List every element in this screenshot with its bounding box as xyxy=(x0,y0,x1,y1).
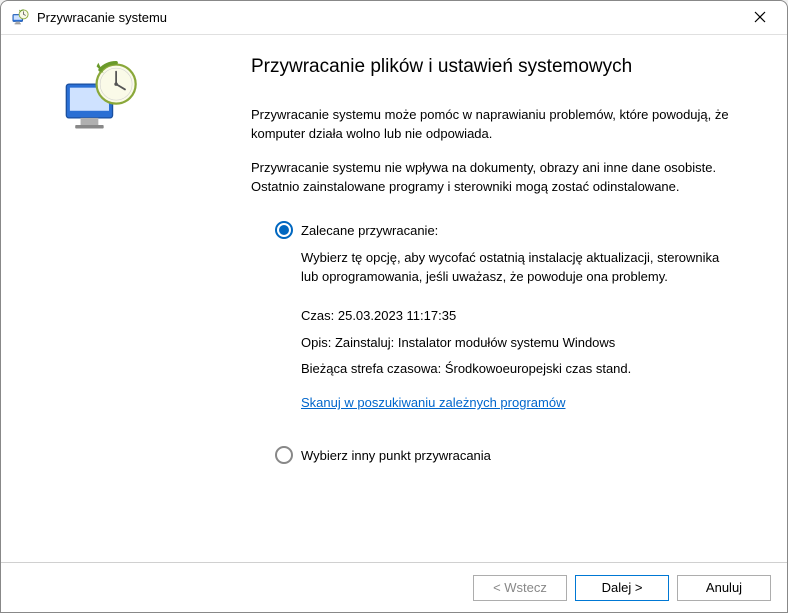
detail-time: Czas: 25.03.2023 11:17:35 xyxy=(301,307,737,326)
option-recommended-row[interactable]: Zalecane przywracanie: xyxy=(275,221,737,239)
detail-tz-value: Środkowoeuropejski czas stand. xyxy=(445,361,631,376)
option-other-row[interactable]: Wybierz inny punkt przywracania xyxy=(275,446,737,464)
radio-other-label: Wybierz inny punkt przywracania xyxy=(301,448,491,463)
system-restore-icon xyxy=(11,9,29,27)
detail-desc-label: Opis: xyxy=(301,335,331,350)
cancel-button[interactable]: Anuluj xyxy=(677,575,771,601)
wizard-body: Przywracanie plików i ustawień systemowy… xyxy=(1,35,787,562)
system-restore-window: Przywracanie systemu xyxy=(0,0,788,613)
intro-paragraph-1: Przywracanie systemu może pomóc w napraw… xyxy=(251,106,737,144)
detail-desc: Opis: Zainstaluj: Instalator modułów sys… xyxy=(301,334,737,353)
radio-recommended-label: Zalecane przywracanie: xyxy=(301,223,438,238)
detail-time-value: 25.03.2023 11:17:35 xyxy=(338,308,456,323)
option-recommended-block: Zalecane przywracanie: Wybierz tę opcję,… xyxy=(275,221,737,426)
titlebar: Przywracanie systemu xyxy=(1,1,787,35)
radio-recommended[interactable] xyxy=(275,221,293,239)
detail-desc-value: Zainstaluj: Instalator modułów systemu W… xyxy=(335,335,615,350)
page-heading: Przywracanie plików i ustawień systemowy… xyxy=(251,55,737,80)
detail-time-label: Czas: xyxy=(301,308,334,323)
radio-other[interactable] xyxy=(275,446,293,464)
detail-tz-label: Bieżąca strefa czasowa: xyxy=(301,361,441,376)
detail-timezone: Bieżąca strefa czasowa: Środkowoeuropejs… xyxy=(301,360,737,379)
recommended-details: Wybierz tę opcję, aby wycofać ostatnią i… xyxy=(301,249,737,426)
restore-monitor-clock-icon xyxy=(61,61,141,141)
scan-affected-programs-link[interactable]: Skanuj w poszukiwaniu zależnych programó… xyxy=(301,395,565,410)
back-button[interactable]: < Wstecz xyxy=(473,575,567,601)
recommended-description: Wybierz tę opcję, aby wycofać ostatnią i… xyxy=(301,249,737,287)
window-title: Przywracanie systemu xyxy=(37,10,737,25)
intro-paragraph-2: Przywracanie systemu nie wpływa na dokum… xyxy=(251,159,737,197)
next-button[interactable]: Dalej > xyxy=(575,575,669,601)
wizard-footer: < Wstecz Dalej > Anuluj xyxy=(1,562,787,612)
close-button[interactable] xyxy=(737,3,783,33)
close-icon xyxy=(754,11,766,25)
option-other-block: Wybierz inny punkt przywracania xyxy=(275,446,737,464)
wizard-sidebar xyxy=(1,35,201,562)
wizard-content: Przywracanie plików i ustawień systemowy… xyxy=(201,35,787,562)
